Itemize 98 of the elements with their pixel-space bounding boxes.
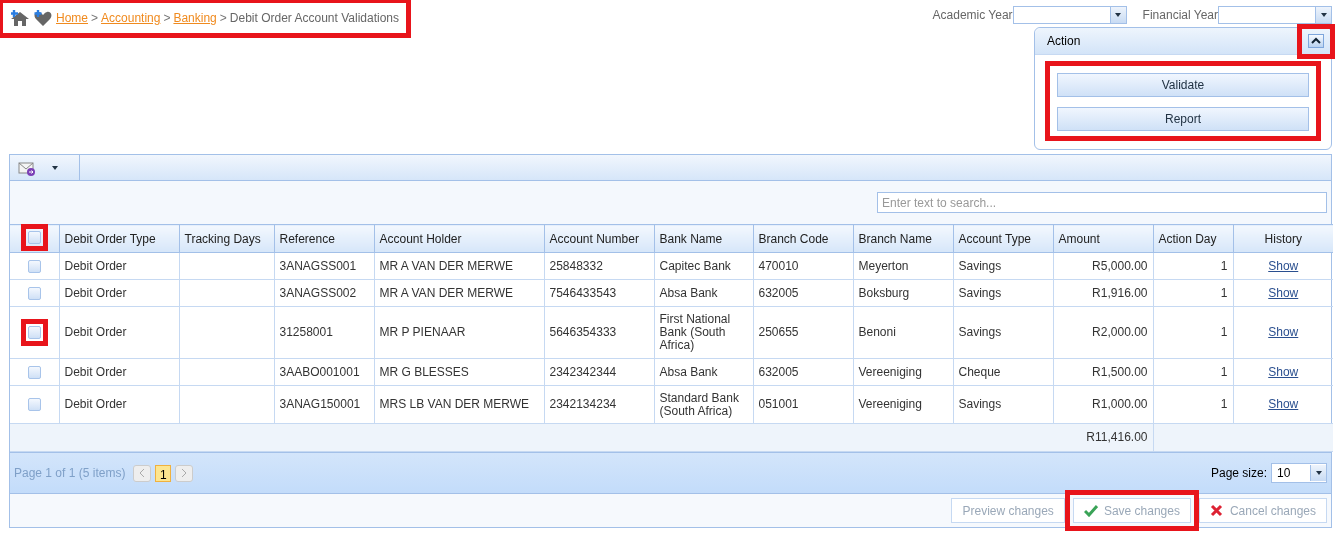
- table-cell: Vereeniging: [858, 397, 922, 411]
- home-icon: [10, 9, 30, 27]
- column-header: Account Number: [544, 224, 654, 253]
- next-page-button[interactable]: [175, 464, 194, 482]
- year-dropdown[interactable]: [1218, 6, 1332, 24]
- search-field[interactable]: Enter text to search...: [877, 192, 1327, 213]
- column-header: Reference: [274, 224, 374, 253]
- table-cell: R5,000.00: [1092, 258, 1148, 273]
- check-icon: [1083, 504, 1098, 517]
- table-cell: Debit Order: [64, 364, 127, 379]
- table-cell: 632005: [758, 364, 799, 379]
- column-header: Tracking Days: [179, 224, 274, 253]
- table-cell: MR A VAN DER MERWE: [379, 258, 514, 273]
- table-cell: Savings: [958, 397, 1002, 411]
- table-cell: 051001: [758, 397, 799, 411]
- table-cell: MR A VAN DER MERWE: [379, 285, 514, 300]
- envelope-icon: [18, 159, 36, 176]
- panel-title: Action: [1047, 33, 1081, 50]
- column-header: Bank Name: [654, 224, 753, 253]
- table-cell: R1,916.00: [1092, 285, 1148, 300]
- table-cell: Debit Order: [64, 258, 127, 273]
- chevron-left-icon: [138, 468, 147, 478]
- table-cell: 1: [1220, 325, 1228, 339]
- table-cell: Absa Bank: [659, 285, 718, 300]
- column-header: Account Type: [953, 224, 1053, 253]
- table-cell: 1: [1220, 258, 1228, 273]
- close-icon: [1209, 504, 1224, 517]
- column-header: Branch Code: [753, 224, 853, 253]
- table-cell: Absa Bank: [659, 364, 718, 379]
- chevron-right-icon: [180, 468, 189, 478]
- year-dropdown[interactable]: [1012, 6, 1127, 24]
- table-cell: Vereeniging: [858, 364, 922, 379]
- filter-label: Academic Year: [932, 7, 1013, 24]
- column-header: History: [1233, 224, 1333, 253]
- table-cell: Benoni: [858, 325, 896, 339]
- table-cell: Debit Order: [64, 397, 127, 411]
- total-amount: R11,416.00: [1086, 430, 1148, 444]
- column-header: Branch Name: [853, 224, 953, 253]
- table-cell: 31258001: [279, 325, 333, 339]
- table-cell: MR G BLESSES: [379, 364, 469, 379]
- table-cell: 632005: [758, 285, 799, 300]
- heart-icon: [33, 9, 53, 27]
- table-cell: 1: [1220, 397, 1228, 411]
- table-cell: 7546433543: [549, 285, 617, 300]
- breadcrumb-separator: >: [219, 10, 227, 27]
- table-cell: 250655: [758, 325, 799, 339]
- previous-page-button[interactable]: [133, 464, 152, 482]
- page-size-label: Page size:: [1210, 465, 1267, 482]
- chevron-up-icon: [1311, 37, 1321, 45]
- table-cell: 3ANAG150001: [279, 397, 361, 411]
- table-cell: 3ANAGSS001: [279, 258, 357, 273]
- table-cell: Debit Order: [64, 285, 127, 300]
- table-cell: 1: [1220, 364, 1228, 379]
- table-cell: Meyerton: [858, 258, 909, 273]
- table-cell: Boksburg: [858, 285, 910, 300]
- table-cell: R1,000.00: [1092, 397, 1148, 411]
- page-button[interactable]: 1: [155, 464, 172, 482]
- checkbox[interactable]: [27, 259, 41, 273]
- breadcrumb-separator: >: [163, 10, 171, 27]
- checkbox[interactable]: [27, 365, 41, 379]
- table-cell: 2342342344: [549, 364, 617, 379]
- table-cell: Savings: [958, 258, 1002, 273]
- checkbox[interactable]: [27, 286, 41, 300]
- table-cell: First National Bank (South Africa): [659, 312, 731, 352]
- pager-summary: Page 1 of 1 (5 items): [14, 465, 126, 482]
- table-cell: 2342134234: [549, 397, 617, 411]
- table-cell: Capitec Bank: [659, 258, 731, 273]
- table-cell: Standard Bank (South Africa): [659, 390, 739, 418]
- table-cell: Savings: [958, 325, 1002, 339]
- table-cell: 470010: [758, 258, 799, 273]
- history-link[interactable]: Show: [1268, 258, 1299, 273]
- table-cell: Savings: [958, 285, 1002, 300]
- column-header: Amount: [1053, 224, 1153, 253]
- history-link[interactable]: Show: [1268, 285, 1299, 300]
- history-link[interactable]: Show: [1268, 397, 1299, 411]
- column-header: Account Holder: [374, 224, 544, 253]
- table-cell: Debit Order: [64, 325, 127, 339]
- breadcrumb-separator: >: [91, 10, 99, 27]
- action-button[interactable]: Validate: [1057, 73, 1309, 97]
- table-cell: 1: [1220, 285, 1228, 300]
- breadcrumb-current: Debit Order Account Validations: [229, 10, 399, 27]
- table-cell: 5646354333: [549, 325, 617, 339]
- checkbox[interactable]: [27, 398, 41, 411]
- history-link[interactable]: Show: [1268, 325, 1299, 339]
- page-size-dropdown[interactable]: 10: [1271, 463, 1327, 483]
- filter-label: Financial Year: [1142, 7, 1218, 24]
- table-cell: MR P PIENAAR: [379, 325, 466, 339]
- table-cell: 3ANAGSS002: [279, 285, 357, 300]
- action-button[interactable]: Report: [1057, 107, 1309, 131]
- table-cell: R2,000.00: [1092, 325, 1148, 339]
- history-link[interactable]: Show: [1268, 364, 1299, 379]
- column-header: Action Day: [1153, 224, 1233, 253]
- table-cell: MRS LB VAN DER MERWE: [379, 397, 530, 411]
- table-cell: R1,500.00: [1092, 364, 1148, 379]
- table-cell: 25848332: [549, 258, 603, 273]
- table-cell: 3AABO001001: [279, 364, 360, 379]
- column-header: Debit Order Type: [59, 224, 179, 253]
- table-cell: Cheque: [958, 364, 1001, 379]
